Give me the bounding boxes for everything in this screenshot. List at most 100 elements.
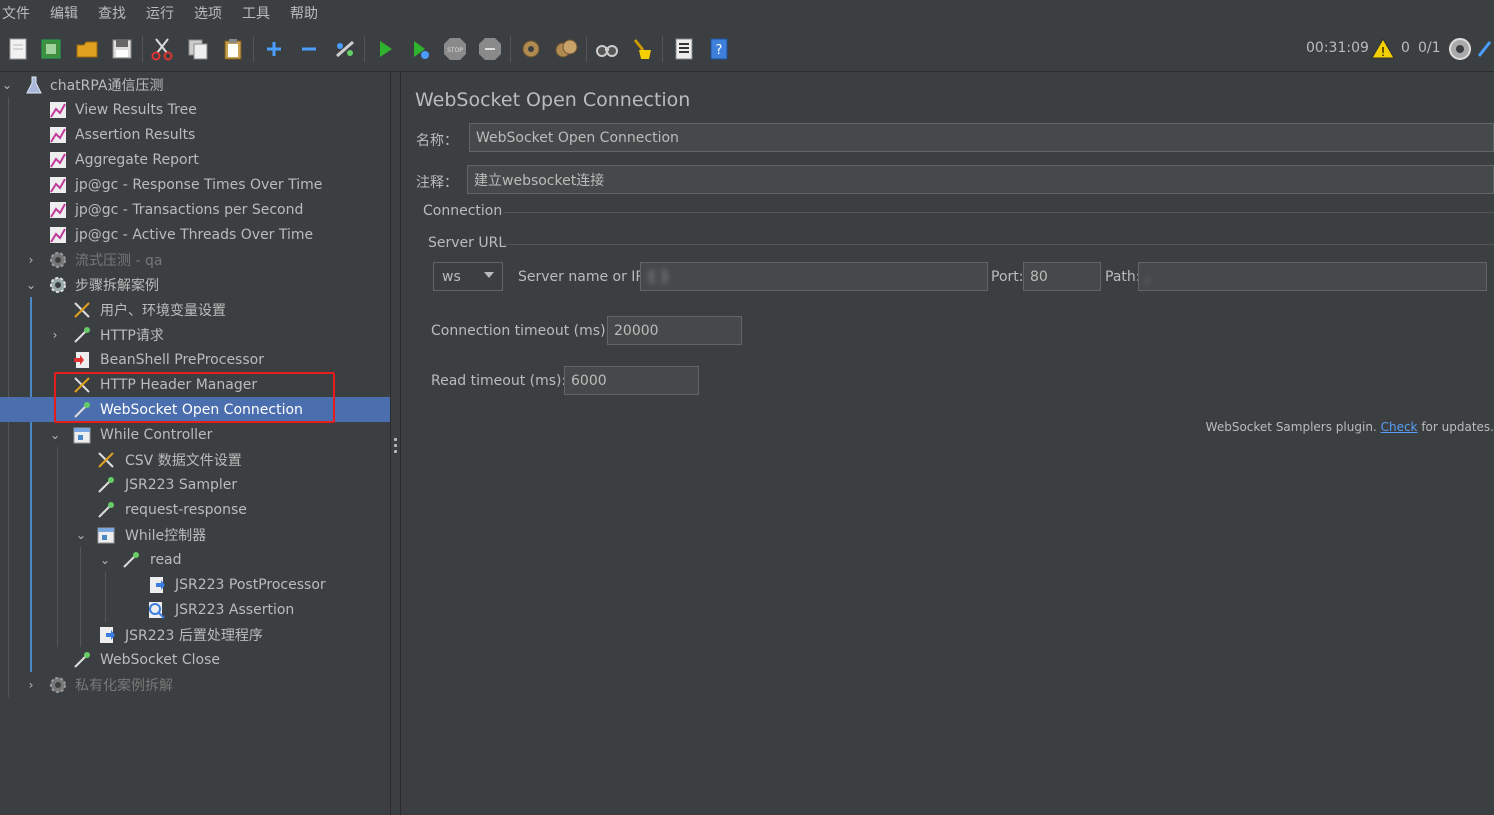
new-icon[interactable] [4,35,32,63]
protocol-select[interactable]: ws [433,262,503,291]
svg-text:STOP: STOP [447,47,463,54]
chevron-right-icon[interactable]: › [24,678,38,692]
listener-icon [50,151,66,168]
tree-node-test-plan[interactable]: ⌄ chatRPA通信压测 [0,72,390,97]
name-field[interactable]: WebSocket Open Connection [469,123,1494,152]
chevron-down-icon[interactable]: ⌄ [24,278,38,292]
toolbar-separator [586,36,587,62]
chevron-right-icon[interactable]: › [48,328,62,342]
split-pane-divider[interactable] [390,72,401,815]
menu-search[interactable]: 查找 [96,3,134,23]
sampler-pipette-icon [98,501,114,518]
tree-node-websocket-close[interactable]: WebSocket Close [0,647,390,672]
comment-label: 注释： [416,175,458,191]
open-icon[interactable] [73,35,101,63]
tree-node-beanshell-preprocessor[interactable]: BeanShell PreProcessor [0,347,390,372]
chevron-down-icon[interactable]: ⌄ [0,78,14,92]
path-field[interactable]: , [1138,262,1487,291]
tree-node-http-request[interactable]: › HTTP请求 [0,322,390,347]
log-icon[interactable] [1476,35,1494,63]
cut-icon[interactable] [148,35,176,63]
reset-search-icon[interactable] [628,35,656,63]
templates-icon[interactable] [37,35,65,63]
tree-label: JSR223 Sampler [125,476,238,493]
tree-label: JSR223 PostProcessor [175,576,326,593]
port-field-value: 80 [1030,268,1048,285]
read-timeout-field[interactable]: 6000 [564,366,699,395]
tree-node-while-controller-2[interactable]: ⌄ While控制器 [0,522,390,547]
port-field[interactable]: 80 [1023,262,1101,291]
tree-node-streaming-test[interactable]: › 流式压测 - qa [0,247,390,272]
warning-count: 0 [1401,40,1410,56]
start-no-pause-icon[interactable] [406,35,434,63]
stop-icon[interactable]: STOP [441,35,469,63]
tree-node-step-case[interactable]: ⌄ 步骤拆解案例 [0,272,390,297]
connection-section-title: Connection [423,203,503,219]
save-icon[interactable] [108,35,136,63]
tree-node-jsr223-postprocessor[interactable]: JSR223 PostProcessor [0,572,390,597]
menu-edit[interactable]: 编辑 [48,3,86,23]
menu-help[interactable]: 帮助 [288,3,326,23]
tree-node-jsr223-post-cn[interactable]: JSR223 后置处理程序 [0,622,390,647]
drag-handle-icon[interactable] [394,438,397,456]
help-icon[interactable]: ? [705,35,733,63]
chevron-down-icon[interactable]: ⌄ [74,528,88,542]
chevron-down-icon[interactable]: ⌄ [48,428,62,442]
svg-text:?: ? [716,43,723,58]
menu-tools[interactable]: 工具 [240,3,278,23]
toggle-icon[interactable] [331,35,359,63]
tree-label: BeanShell PreProcessor [100,351,264,368]
function-helper-icon[interactable] [670,35,698,63]
tree-node-transactions-per-second[interactable]: jp@gc - Transactions per Second [0,197,390,222]
tree-node-request-response[interactable]: request-response [0,497,390,522]
test-plan-tree: ⌄ chatRPA通信压测 View Results Tree Assertio… [0,72,390,815]
plugin-note-suffix: for updates. [1421,420,1494,434]
tree-node-read[interactable]: ⌄ read [0,547,390,572]
warning-icon[interactable]: ! [1369,35,1397,63]
shutdown-icon[interactable] [476,35,504,63]
tree-node-aggregate-report[interactable]: Aggregate Report [0,147,390,172]
menu-options[interactable]: 选项 [192,3,230,23]
highlight-annotation-box [54,372,335,423]
tree-node-active-threads[interactable]: jp@gc - Active Threads Over Time [0,222,390,247]
tree-node-view-results-tree[interactable]: View Results Tree [0,97,390,122]
server-field[interactable]: { } [640,262,988,291]
search-icon[interactable] [593,35,621,63]
check-updates-link[interactable]: Check [1381,420,1418,434]
start-icon[interactable] [371,35,399,63]
thread-count: 0/1 [1418,40,1441,56]
chevron-down-icon [484,272,494,278]
tree-node-assertion-results[interactable]: Assertion Results [0,122,390,147]
controller-icon [73,427,91,443]
tree-node-user-vars[interactable]: 用户、环境变量设置 [0,297,390,322]
clear-all-icon[interactable] [552,35,580,63]
comment-field[interactable]: 建立websocket连接 [467,165,1494,194]
tree-label: While控制器 [125,527,207,544]
tree-node-response-times[interactable]: jp@gc - Response Times Over Time [0,172,390,197]
remote-icon[interactable] [1446,35,1474,63]
tree-node-csv-data[interactable]: CSV 数据文件设置 [0,447,390,472]
tree-node-while-controller[interactable]: ⌄ While Controller [0,422,390,447]
expand-icon[interactable] [260,35,288,63]
tree-node-private-case[interactable]: › 私有化案例拆解 [0,672,390,697]
connection-timeout-field[interactable]: 20000 [607,316,742,345]
collapse-icon[interactable] [295,35,323,63]
toolbar-separator [253,36,254,62]
server-url-section-title: Server URL [428,235,507,251]
chevron-right-icon[interactable]: › [24,253,38,267]
sampler-pipette-icon [74,651,90,668]
paste-icon[interactable] [219,35,247,63]
sampler-pipette-icon [74,326,90,343]
copy-icon[interactable] [184,35,212,63]
tree-label: Assertion Results [75,126,196,143]
clear-icon[interactable] [517,35,545,63]
chevron-down-icon[interactable]: ⌄ [98,553,112,567]
connection-timeout-value: 20000 [614,322,659,339]
tree-node-jsr223-sampler[interactable]: JSR223 Sampler [0,472,390,497]
menu-file[interactable]: 文件 [0,3,38,23]
tree-node-jsr223-assertion[interactable]: JSR223 Assertion [0,597,390,622]
postprocessor-icon [100,626,115,643]
menu-run[interactable]: 运行 [144,3,182,23]
tree-label: JSR223 后置处理程序 [125,627,263,644]
toolbar-separator [364,36,365,62]
